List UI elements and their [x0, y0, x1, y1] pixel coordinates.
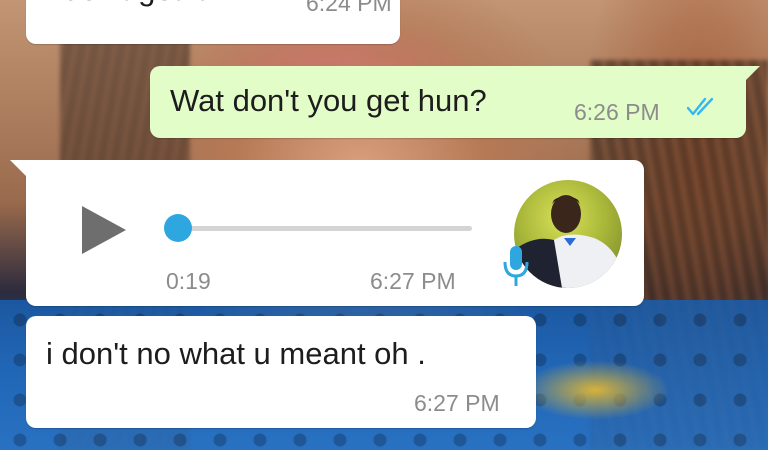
avatar-photo — [514, 195, 622, 288]
message-text: Wat don't you get hun? — [170, 83, 487, 118]
message-bubble-incoming[interactable]: i don't no what u meant oh . 6:27 PM — [26, 316, 536, 428]
message-time: 6:24 PM — [306, 0, 392, 16]
message-text: i don't no what u meant oh . — [46, 336, 426, 371]
bubble-tail — [10, 160, 28, 178]
bubble-tail — [744, 66, 760, 82]
voice-note-seekbar[interactable] — [168, 226, 472, 231]
message-bubble-incoming[interactable]: I don't get it 6:24 PM — [26, 0, 400, 44]
play-icon[interactable] — [82, 206, 126, 254]
message-time: 6:27 PM — [370, 268, 456, 294]
sender-avatar[interactable] — [514, 180, 622, 288]
double-check-icon — [686, 97, 714, 116]
seekbar-handle[interactable] — [164, 214, 192, 242]
message-time: 6:27 PM — [414, 390, 500, 416]
wallpaper-necklace — [520, 360, 670, 420]
voice-note-duration: 0:19 — [166, 268, 211, 294]
voice-note-bubble[interactable]: 0:19 6:27 PM — [10, 160, 644, 306]
microphone-icon — [503, 246, 529, 286]
message-text: I don't get it — [46, 0, 205, 8]
message-time: 6:26 PM — [574, 99, 660, 125]
message-bubble-outgoing[interactable]: Wat don't you get hun? 6:26 PM — [150, 66, 760, 138]
